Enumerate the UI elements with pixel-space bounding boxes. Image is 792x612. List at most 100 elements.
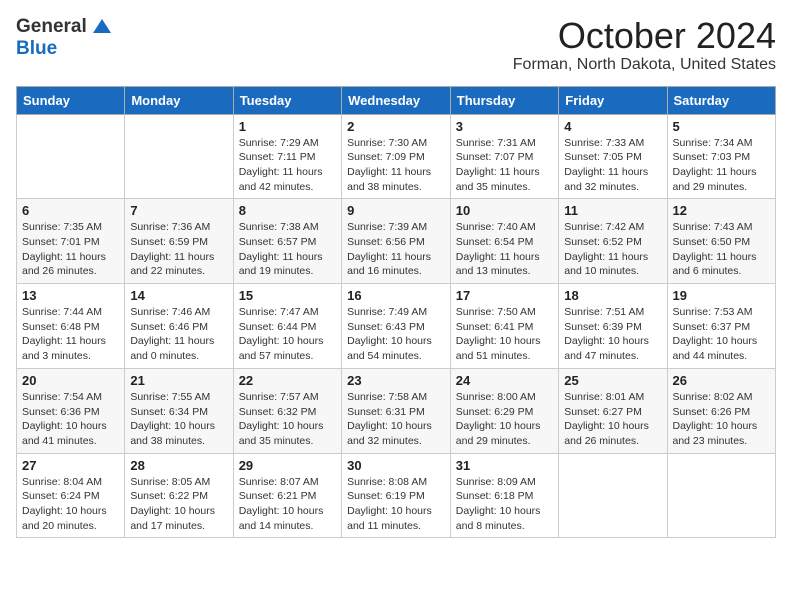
calendar-cell: [17, 114, 125, 199]
day-number: 19: [673, 288, 771, 303]
calendar-cell: 22Sunrise: 7:57 AMSunset: 6:32 PMDayligh…: [233, 368, 341, 453]
day-info: Sunrise: 8:08 AMSunset: 6:19 PMDaylight:…: [347, 475, 445, 534]
header-wednesday: Wednesday: [342, 86, 451, 114]
calendar-cell: 14 Sunrise: 7:46 AMSunset: 6:46 PMDayligh…: [125, 284, 233, 369]
calendar-cell: 15 Sunrise: 7:47 AMSunset: 6:44 PMDayligh…: [233, 284, 341, 369]
calendar-cell: 21 Sunrise: 7:55 AMSunset: 6:34 PMDayligh…: [125, 368, 233, 453]
day-info: Sunrise: 7:40 AMSunset: 6:54 PMDaylight:…: [456, 220, 553, 279]
calendar-week-2: 6 Sunrise: 7:35 AMSunset: 7:01 PMDaylight…: [17, 199, 776, 284]
day-number: 6: [22, 203, 119, 218]
calendar-cell: 17Sunrise: 7:50 AMSunset: 6:41 PMDayligh…: [450, 284, 558, 369]
calendar-cell: 2 Sunrise: 7:30 AMSunset: 7:09 PMDaylight…: [342, 114, 451, 199]
calendar-cell: 11 Sunrise: 7:42 AMSunset: 6:52 PMDayligh…: [559, 199, 667, 284]
day-info: Sunrise: 7:39 AMSunset: 6:56 PMDaylight:…: [347, 220, 445, 279]
day-info: Sunrise: 7:31 AMSunset: 7:07 PMDaylight:…: [456, 136, 553, 195]
calendar-week-1: 1 Sunrise: 7:29 AMSunset: 7:11 PMDaylight…: [17, 114, 776, 199]
day-info: Sunrise: 8:04 AMSunset: 6:24 PMDaylight:…: [22, 475, 119, 534]
calendar-cell: 29 Sunrise: 8:07 AMSunset: 6:21 PMDayligh…: [233, 453, 341, 538]
logo: General Blue: [16, 16, 113, 60]
calendar-cell: 13 Sunrise: 7:44 AMSunset: 6:48 PMDayligh…: [17, 284, 125, 369]
day-info: Sunrise: 7:33 AMSunset: 7:05 PMDaylight:…: [564, 136, 661, 195]
day-number: 26: [673, 373, 771, 388]
calendar-cell: 23Sunrise: 7:58 AMSunset: 6:31 PMDayligh…: [342, 368, 451, 453]
header-sunday: Sunday: [17, 86, 125, 114]
calendar-cell: 30 Sunrise: 8:08 AMSunset: 6:19 PMDayligh…: [342, 453, 451, 538]
day-number: 10: [456, 203, 553, 218]
calendar-cell: 20 Sunrise: 7:54 AMSunset: 6:36 PMDayligh…: [17, 368, 125, 453]
day-info: Sunrise: 7:43 AMSunset: 6:50 PMDaylight:…: [673, 220, 771, 279]
day-info: Sunrise: 7:58 AMSunset: 6:31 PMDaylight:…: [347, 390, 445, 449]
calendar-week-5: 27 Sunrise: 8:04 AMSunset: 6:24 PMDayligh…: [17, 453, 776, 538]
logo-icon: [91, 17, 113, 37]
day-number: 18: [564, 288, 661, 303]
calendar-cell: 8 Sunrise: 7:38 AMSunset: 6:57 PMDaylight…: [233, 199, 341, 284]
calendar-cell: 3 Sunrise: 7:31 AMSunset: 7:07 PMDaylight…: [450, 114, 558, 199]
day-info: Sunrise: 8:00 AMSunset: 6:29 PMDaylight:…: [456, 390, 553, 449]
day-info: Sunrise: 7:53 AMSunset: 6:37 PMDaylight:…: [673, 305, 771, 364]
day-info: Sunrise: 7:44 AMSunset: 6:48 PMDaylight:…: [22, 305, 119, 364]
calendar-cell: 28 Sunrise: 8:05 AMSunset: 6:22 PMDayligh…: [125, 453, 233, 538]
day-info: Sunrise: 7:49 AMSunset: 6:43 PMDaylight:…: [347, 305, 445, 364]
day-info: Sunrise: 7:29 AMSunset: 7:11 PMDaylight:…: [239, 136, 336, 195]
calendar-header-row: Sunday Monday Tuesday Wednesday Thursday…: [17, 86, 776, 114]
day-number: 15: [239, 288, 336, 303]
header-friday: Friday: [559, 86, 667, 114]
day-info: Sunrise: 7:34 AMSunset: 7:03 PMDaylight:…: [673, 136, 771, 195]
day-number: 5: [673, 119, 771, 134]
day-number: 20: [22, 373, 119, 388]
day-info: Sunrise: 7:55 AMSunset: 6:34 PMDaylight:…: [130, 390, 227, 449]
calendar-cell: [559, 453, 667, 538]
calendar-cell: 12Sunrise: 7:43 AMSunset: 6:50 PMDayligh…: [667, 199, 776, 284]
day-info: Sunrise: 7:38 AMSunset: 6:57 PMDaylight:…: [239, 220, 336, 279]
calendar-cell: 31Sunrise: 8:09 AMSunset: 6:18 PMDayligh…: [450, 453, 558, 538]
calendar-cell: 10 Sunrise: 7:40 AMSunset: 6:54 PMDayligh…: [450, 199, 558, 284]
day-info: Sunrise: 7:54 AMSunset: 6:36 PMDaylight:…: [22, 390, 119, 449]
day-number: 9: [347, 203, 445, 218]
logo-general: General: [16, 16, 87, 38]
day-number: 29: [239, 458, 336, 473]
day-number: 30: [347, 458, 445, 473]
day-number: 11: [564, 203, 661, 218]
header-tuesday: Tuesday: [233, 86, 341, 114]
logo-blue: Blue: [16, 38, 57, 59]
day-number: 21: [130, 373, 227, 388]
day-info: Sunrise: 7:36 AMSunset: 6:59 PMDaylight:…: [130, 220, 227, 279]
day-number: 4: [564, 119, 661, 134]
day-number: 3: [456, 119, 553, 134]
day-number: 13: [22, 288, 119, 303]
calendar-cell: 19 Sunrise: 7:53 AMSunset: 6:37 PMDayligh…: [667, 284, 776, 369]
day-number: 28: [130, 458, 227, 473]
day-info: Sunrise: 8:01 AMSunset: 6:27 PMDaylight:…: [564, 390, 661, 449]
calendar-cell: 25 Sunrise: 8:01 AMSunset: 6:27 PMDayligh…: [559, 368, 667, 453]
day-number: 8: [239, 203, 336, 218]
day-info: Sunrise: 7:30 AMSunset: 7:09 PMDaylight:…: [347, 136, 445, 195]
day-info: Sunrise: 8:05 AMSunset: 6:22 PMDaylight:…: [130, 475, 227, 534]
calendar-week-3: 13 Sunrise: 7:44 AMSunset: 6:48 PMDayligh…: [17, 284, 776, 369]
calendar-table: Sunday Monday Tuesday Wednesday Thursday…: [16, 86, 776, 539]
page-header: General Blue October 2024 Forman, North …: [16, 16, 776, 74]
day-number: 24: [456, 373, 553, 388]
header-monday: Monday: [125, 86, 233, 114]
day-info: Sunrise: 7:46 AMSunset: 6:46 PMDaylight:…: [130, 305, 227, 364]
day-info: Sunrise: 7:51 AMSunset: 6:39 PMDaylight:…: [564, 305, 661, 364]
calendar-cell: [125, 114, 233, 199]
calendar-cell: 6 Sunrise: 7:35 AMSunset: 7:01 PMDaylight…: [17, 199, 125, 284]
day-info: Sunrise: 7:35 AMSunset: 7:01 PMDaylight:…: [22, 220, 119, 279]
title-area: October 2024 Forman, North Dakota, Unite…: [513, 16, 776, 74]
calendar-week-4: 20 Sunrise: 7:54 AMSunset: 6:36 PMDayligh…: [17, 368, 776, 453]
day-number: 1: [239, 119, 336, 134]
calendar-cell: 27 Sunrise: 8:04 AMSunset: 6:24 PMDayligh…: [17, 453, 125, 538]
calendar-cell: [667, 453, 776, 538]
day-number: 27: [22, 458, 119, 473]
calendar-cell: 9 Sunrise: 7:39 AMSunset: 6:56 PMDaylight…: [342, 199, 451, 284]
day-info: Sunrise: 7:47 AMSunset: 6:44 PMDaylight:…: [239, 305, 336, 364]
day-number: 14: [130, 288, 227, 303]
day-info: Sunrise: 8:07 AMSunset: 6:21 PMDaylight:…: [239, 475, 336, 534]
location-title: Forman, North Dakota, United States: [513, 56, 776, 74]
day-number: 25: [564, 373, 661, 388]
day-info: Sunrise: 8:02 AMSunset: 6:26 PMDaylight:…: [673, 390, 771, 449]
day-number: 31: [456, 458, 553, 473]
day-number: 2: [347, 119, 445, 134]
day-info: Sunrise: 7:42 AMSunset: 6:52 PMDaylight:…: [564, 220, 661, 279]
calendar-cell: 16Sunrise: 7:49 AMSunset: 6:43 PMDayligh…: [342, 284, 451, 369]
